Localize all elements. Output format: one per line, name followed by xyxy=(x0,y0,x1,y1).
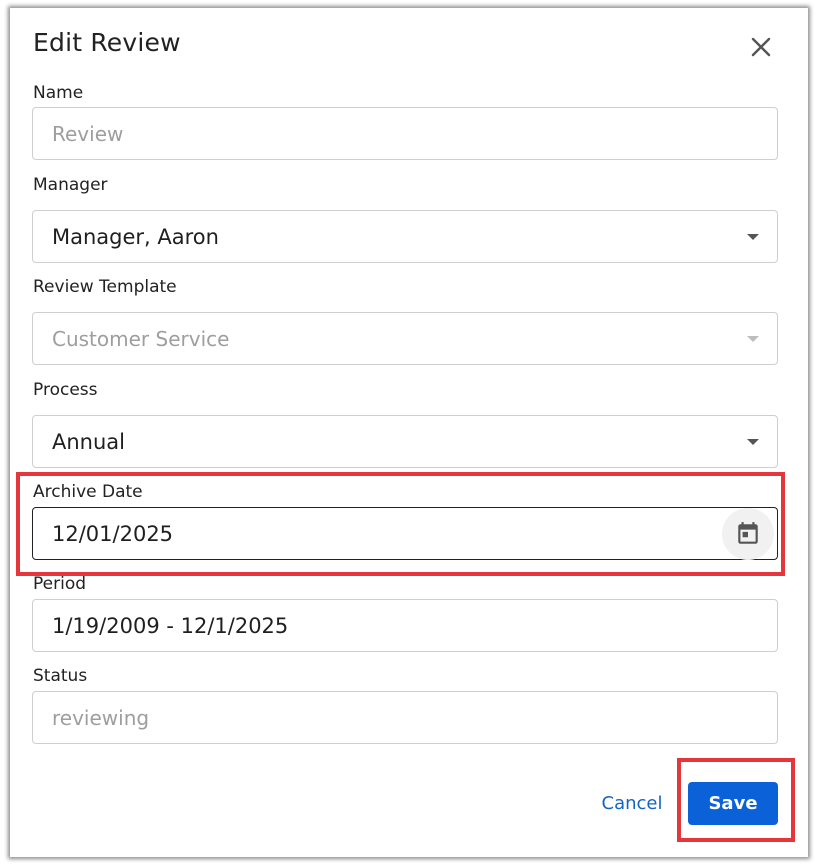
archive-date-input[interactable]: 12/01/2025 xyxy=(32,507,778,560)
status-input: reviewing xyxy=(32,691,778,744)
chevron-down-icon xyxy=(747,438,759,445)
review-template-label: Review Template xyxy=(33,277,177,297)
dialog-title: Edit Review xyxy=(33,28,181,57)
process-select[interactable]: Annual xyxy=(32,415,778,468)
status-value: reviewing xyxy=(52,705,150,730)
save-button[interactable]: Save xyxy=(688,782,778,825)
status-label: Status xyxy=(33,666,88,686)
period-label: Period xyxy=(33,574,87,594)
review-template-select: Customer Service xyxy=(32,312,778,365)
archive-date-label: Archive Date xyxy=(33,482,143,502)
chevron-down-icon xyxy=(747,233,759,240)
calendar-icon xyxy=(738,522,758,544)
period-value: 1/19/2009 - 12/1/2025 xyxy=(52,613,289,638)
period-input[interactable]: 1/19/2009 - 12/1/2025 xyxy=(32,599,778,652)
manager-label: Manager xyxy=(33,175,108,195)
chevron-down-icon xyxy=(747,335,759,342)
process-label: Process xyxy=(33,380,98,400)
manager-value: Manager, Aaron xyxy=(52,224,219,249)
cancel-button[interactable]: Cancel xyxy=(592,785,672,823)
name-label: Name xyxy=(33,83,84,103)
review-template-value: Customer Service xyxy=(52,326,230,351)
name-placeholder: Review xyxy=(52,121,124,146)
process-value: Annual xyxy=(52,429,125,454)
close-button[interactable] xyxy=(748,34,774,60)
name-field[interactable]: Review xyxy=(32,107,778,160)
close-icon xyxy=(751,37,771,57)
archive-date-value: 12/01/2025 xyxy=(52,521,174,546)
calendar-button[interactable] xyxy=(722,508,774,560)
manager-select[interactable]: Manager, Aaron xyxy=(32,210,778,263)
